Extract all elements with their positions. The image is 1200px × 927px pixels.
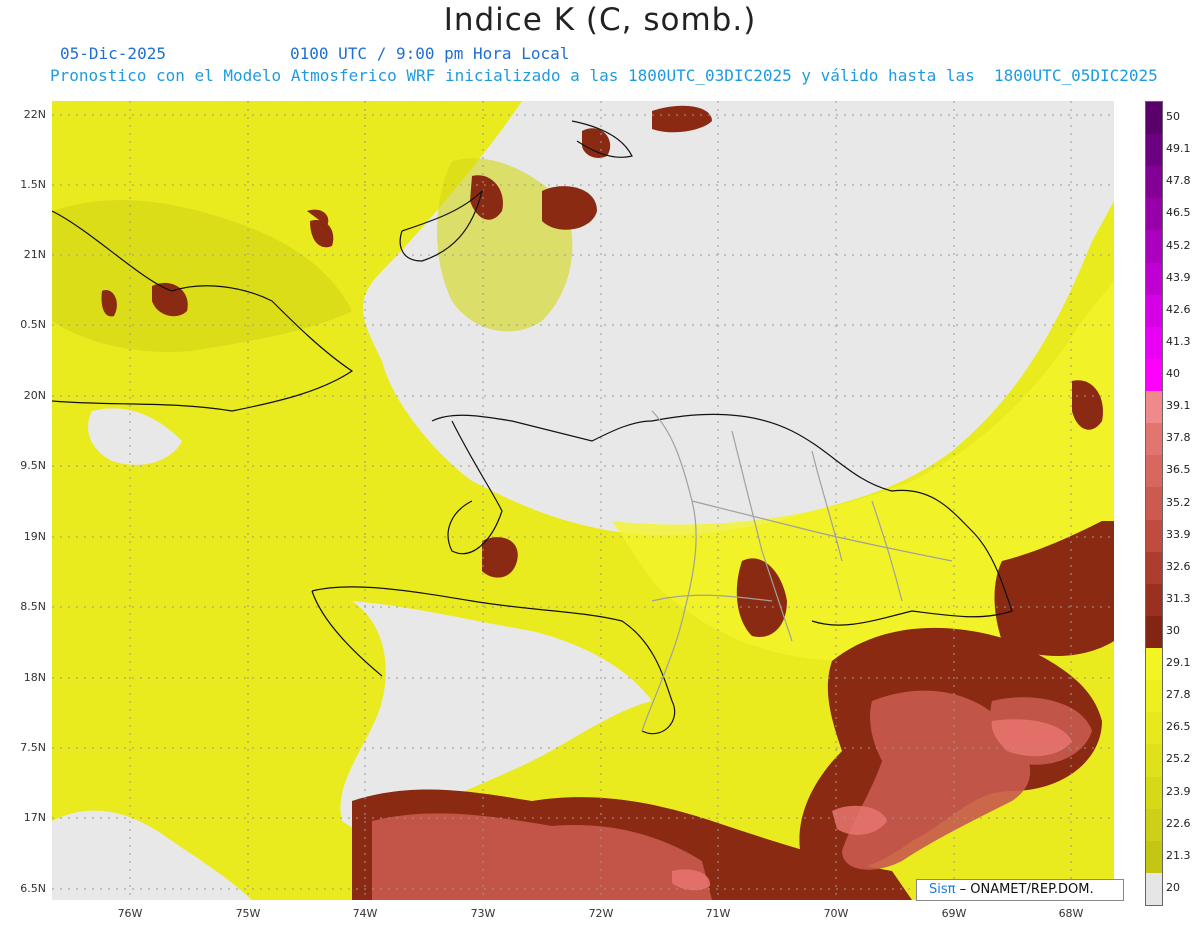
lat-label: 1.5N [20, 178, 46, 191]
colorbar-label: 39.1 [1166, 399, 1191, 413]
colorbar-label: 30 [1166, 623, 1180, 637]
colorbar-segment [1146, 583, 1162, 617]
colorbar-label: 43.9 [1166, 270, 1191, 284]
colorbar-label: 47.8 [1166, 174, 1191, 188]
lon-label: 73W [470, 907, 496, 920]
colorbar-segment [1146, 551, 1162, 585]
colorbar-label: 40 [1166, 367, 1180, 381]
lon-label: 68W [1058, 907, 1084, 920]
colorbar-segment [1146, 872, 1162, 906]
lon-label: 75W [235, 907, 261, 920]
colorbar-label: 45.2 [1166, 238, 1191, 252]
lat-label: 21N [23, 248, 46, 261]
lon-label: 70W [823, 907, 849, 920]
colorbar-segment [1146, 102, 1162, 135]
colorbar-label: 46.5 [1166, 206, 1191, 220]
colorbar-label: 25.2 [1166, 752, 1191, 766]
map-canvas [52, 101, 1114, 900]
k-index-band-dark-2 [437, 158, 573, 332]
colorbar-label: 27.8 [1166, 688, 1191, 702]
lat-label: 17N [23, 811, 46, 824]
credit-label: Sisπ – ONAMET/REP.DOM. [916, 879, 1124, 901]
colorbar-label: 35.2 [1166, 495, 1191, 509]
colorbar-segment [1146, 134, 1162, 167]
lon-label: 72W [588, 907, 614, 920]
colorbar-label: 32.6 [1166, 559, 1191, 573]
lat-label: 6.5N [20, 882, 46, 895]
lat-label: 7.5N [20, 741, 46, 754]
colorbar-label: 21.3 [1166, 848, 1191, 862]
colorbar-label: 22.6 [1166, 816, 1191, 830]
colorbar-segment [1146, 262, 1162, 296]
credit-pi: π [947, 882, 956, 897]
colorbar-segment [1146, 230, 1162, 264]
colorbar-segment [1146, 294, 1162, 328]
colorbar-segment [1146, 776, 1162, 810]
lat-label: 8.5N [20, 600, 46, 613]
colorbar-label: 33.9 [1166, 527, 1191, 541]
lat-label: 9.5N [20, 459, 46, 472]
colorbar-label: 26.5 [1166, 720, 1191, 734]
colorbar-label: 41.3 [1166, 334, 1191, 348]
colorbar-segment [1146, 391, 1162, 424]
colorbar-segment [1146, 455, 1162, 488]
forecast-map [52, 101, 1114, 900]
colorbar-label: 20 [1166, 880, 1180, 894]
map-title: Indice K (C, somb.) [443, 2, 757, 38]
colorbar-segment [1146, 487, 1162, 521]
colorbar-segment [1146, 423, 1162, 456]
colorbar-segment [1146, 358, 1162, 392]
colorbar [1145, 101, 1163, 906]
credit-sis: Sis [929, 882, 948, 897]
lon-label: 74W [352, 907, 378, 920]
forecast-date: 05-Dic-2025 [60, 44, 166, 63]
colorbar-segment [1146, 744, 1162, 777]
colorbar-label: 23.9 [1166, 784, 1191, 798]
colorbar-segment [1146, 808, 1162, 842]
colorbar-segment [1146, 166, 1162, 199]
model-description: Pronostico con el Modelo Atmosferico WRF… [50, 66, 1158, 85]
lat-label: 19N [23, 530, 46, 543]
colorbar-segment [1146, 326, 1162, 360]
lat-label: 22N [23, 108, 46, 121]
lat-label: 20N [23, 389, 46, 402]
colorbar-segment [1146, 840, 1162, 874]
colorbar-label: 36.5 [1166, 463, 1191, 477]
colorbar-segment [1146, 519, 1162, 553]
lon-label: 76W [117, 907, 143, 920]
lat-label: 18N [23, 671, 46, 684]
colorbar-label: 31.3 [1166, 591, 1191, 605]
lon-label: 69W [941, 907, 967, 920]
colorbar-label: 42.6 [1166, 302, 1191, 316]
colorbar-label: 49.1 [1166, 142, 1191, 156]
colorbar-segment [1146, 615, 1162, 649]
colorbar-segment [1146, 198, 1162, 231]
colorbar-segment [1146, 712, 1162, 745]
colorbar-label: 37.8 [1166, 431, 1191, 445]
credit-text: – ONAMET/REP.DOM. [959, 882, 1094, 897]
lon-label: 71W [705, 907, 731, 920]
colorbar-label: 50 [1166, 110, 1180, 124]
colorbar-label: 29.1 [1166, 656, 1191, 670]
colorbar-segment [1146, 680, 1162, 713]
lat-label: 0.5N [20, 318, 46, 331]
colorbar-segment [1146, 648, 1162, 681]
forecast-time: 0100 UTC / 9:00 pm Hora Local [290, 44, 570, 63]
